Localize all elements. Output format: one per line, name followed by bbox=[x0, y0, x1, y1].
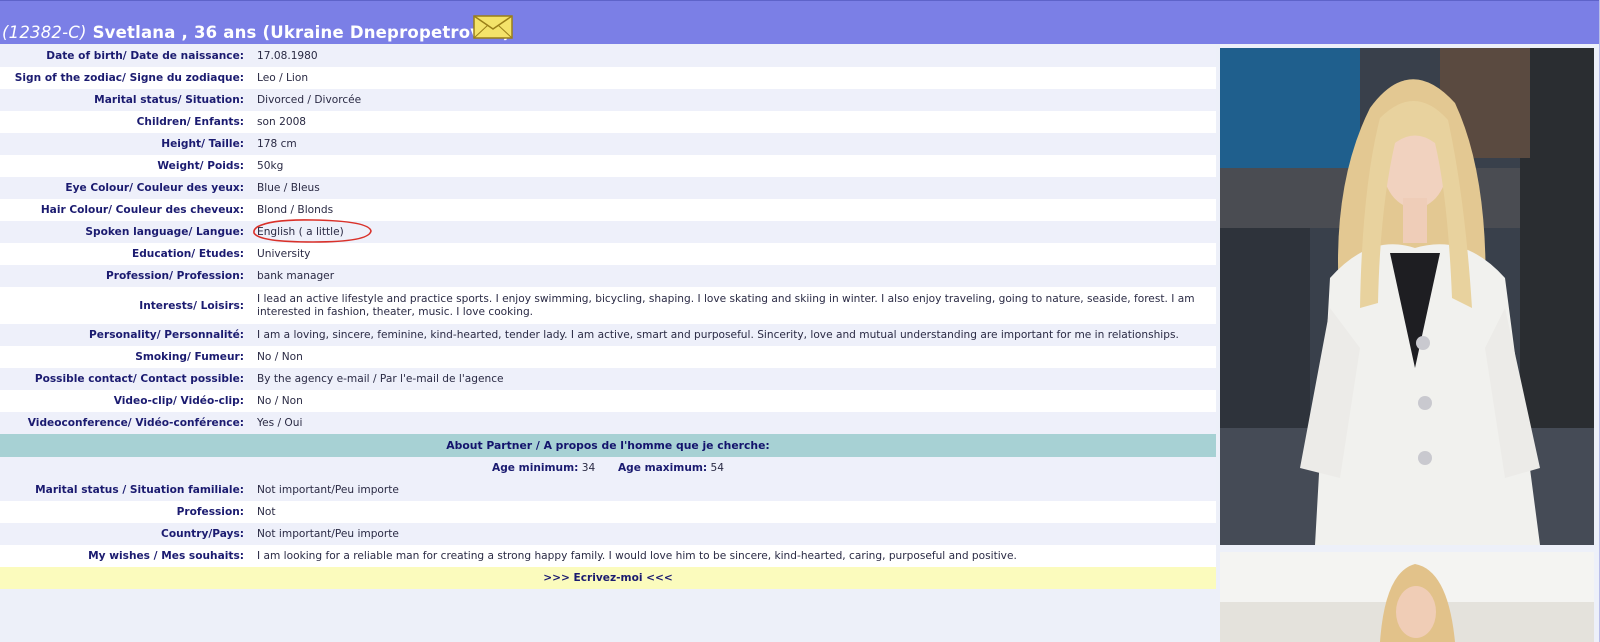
profile-label: Date of birth/ Date de naissance: bbox=[46, 50, 244, 62]
partner-section-title: About Partner / A propos de l'homme que … bbox=[0, 434, 1216, 457]
profile-rows: Date of birth/ Date de naissance: 17.08.1… bbox=[0, 45, 1216, 434]
profile-row: Height/ Taille: 178 cm bbox=[0, 133, 1216, 155]
profile-value: Blond / Blonds bbox=[257, 203, 334, 216]
age-min-value: 34 bbox=[581, 462, 596, 474]
profile-title: (12382-C) Svetlana , 36 ans (Ukraine Dne… bbox=[2, 23, 510, 42]
profile-value: Leo / Lion bbox=[257, 71, 309, 84]
profile-label: Profession/ Profession: bbox=[105, 270, 244, 282]
partner-rows: Marital status / Situation familiale: Not… bbox=[0, 479, 1216, 567]
profile-value: Yes / Oui bbox=[257, 416, 303, 429]
profile-label: Height/ Taille: bbox=[161, 138, 244, 150]
partner-row: Profession: Not bbox=[0, 501, 1216, 523]
partner-row: Marital status / Situation familiale: Not… bbox=[0, 479, 1216, 501]
profile-label: Hair Colour/ Couleur des cheveux: bbox=[40, 204, 244, 216]
profile-row: Education/ Etudes: University bbox=[0, 243, 1216, 265]
profile-value: Blue / Bleus bbox=[257, 181, 320, 194]
profile-value: No / Non bbox=[257, 350, 303, 363]
profile-value: 50kg bbox=[257, 159, 284, 172]
profile-row: Marital status/ Situation: Divorced / Div… bbox=[0, 89, 1216, 111]
partner-label: Marital status / Situation familiale: bbox=[35, 484, 244, 496]
profile-value-text: English ( a little) bbox=[257, 225, 344, 238]
profile-label: Marital status/ Situation: bbox=[94, 94, 244, 106]
profile-label: Interests/ Loisirs: bbox=[139, 299, 244, 312]
profile-row: Hair Colour/ Couleur des cheveux: Blond /… bbox=[0, 199, 1216, 221]
profile-value: No / Non bbox=[257, 394, 303, 407]
profile-value: 17.08.1980 bbox=[257, 49, 318, 62]
envelope-icon[interactable] bbox=[473, 15, 513, 39]
write-me-link[interactable]: >>> Ecrivez-moi <<< bbox=[0, 567, 1216, 589]
profile-value: Divorced / Divorcée bbox=[257, 93, 362, 106]
profile-row: Children/ Enfants: son 2008 bbox=[0, 111, 1216, 133]
profile-value: bank manager bbox=[257, 269, 335, 282]
age-min-label: Age minimum: bbox=[492, 462, 579, 474]
profile-label: Spoken language/ Langue: bbox=[85, 226, 244, 238]
profile-value: I am a loving, sincere, feminine, kind-h… bbox=[257, 328, 1179, 341]
profile-row: Spoken language/ Langue: English ( a litt… bbox=[0, 218, 1216, 243]
profile-page: (12382-C) Svetlana , 36 ans (Ukraine Dne… bbox=[0, 0, 1600, 642]
profile-row: Interests/ Loisirs: I lead an active life… bbox=[0, 287, 1216, 324]
profile-label: Possible contact/ Contact possible: bbox=[34, 373, 244, 385]
profile-value: English ( a little) bbox=[248, 218, 1216, 243]
profile-value: I lead an active lifestyle and practice … bbox=[257, 292, 1195, 318]
profile-row: Video-clip/ Vidéo-clip: No / Non bbox=[0, 390, 1216, 412]
partner-value: Not important/Peu importe bbox=[257, 483, 399, 496]
profile-value: By the agency e-mail / Par l'e-mail de l… bbox=[257, 372, 504, 385]
profile-photo-secondary[interactable] bbox=[1220, 552, 1594, 642]
profile-row: Date of birth/ Date de naissance: 17.08.1… bbox=[0, 45, 1216, 67]
profile-id: (12382-C) bbox=[2, 23, 87, 42]
profile-label: Personality/ Personnalité: bbox=[89, 329, 244, 341]
profile-label: Eye Colour/ Couleur des yeux: bbox=[65, 182, 244, 194]
profile-value: University bbox=[257, 247, 311, 260]
profile-label: Videoconference/ Vidéo-conférence: bbox=[27, 417, 244, 429]
partner-age-range: Age minimum: 34 Age maximum: 54 bbox=[0, 457, 1216, 479]
language-highlight: English ( a little) bbox=[253, 218, 372, 243]
profile-name-age: Svetlana , 36 ans bbox=[92, 23, 257, 42]
partner-row: My wishes / Mes souhaits: I am looking fo… bbox=[0, 545, 1216, 567]
partner-row: Country/Pays: Not important/Peu importe bbox=[0, 523, 1216, 545]
age-max-label: Age maximum: bbox=[617, 462, 708, 474]
profile-photo-main[interactable] bbox=[1220, 48, 1594, 545]
profile-value: 178 cm bbox=[257, 137, 297, 150]
profile-label: Weight/ Poids: bbox=[157, 160, 244, 172]
profile-label: Smoking/ Fumeur: bbox=[135, 351, 244, 363]
partner-label: Profession: bbox=[176, 506, 244, 518]
profile-label: Children/ Enfants: bbox=[136, 116, 244, 128]
profile-label: Sign of the zodiac/ Signe du zodiaque: bbox=[14, 72, 244, 84]
profile-row: Smoking/ Fumeur: No / Non bbox=[0, 346, 1216, 368]
profile-details: Date of birth/ Date de naissance: 17.08.1… bbox=[0, 45, 1216, 589]
partner-value: Not bbox=[257, 505, 276, 518]
profile-label: Education/ Etudes: bbox=[131, 248, 244, 260]
partner-value: I am looking for a reliable man for crea… bbox=[257, 549, 1017, 562]
partner-label: My wishes / Mes souhaits: bbox=[88, 550, 244, 562]
age-max-value: 54 bbox=[710, 462, 724, 474]
profile-row: Personality/ Personnalité: I am a loving,… bbox=[0, 324, 1216, 346]
profile-row: Weight/ Poids: 50kg bbox=[0, 155, 1216, 177]
profile-label: Video-clip/ Vidéo-clip: bbox=[113, 395, 244, 407]
profile-row: Profession/ Profession: bank manager bbox=[0, 265, 1216, 287]
profile-value: son 2008 bbox=[257, 115, 307, 128]
profile-row: Sign of the zodiac/ Signe du zodiaque: Le… bbox=[0, 67, 1216, 89]
profile-row: Eye Colour/ Couleur des yeux: Blue / Bleu… bbox=[0, 177, 1216, 199]
profile-row: Videoconference/ Vidéo-conférence: Yes / … bbox=[0, 412, 1216, 434]
profile-header: (12382-C) Svetlana , 36 ans (Ukraine Dne… bbox=[0, 0, 1599, 44]
partner-label: Country/Pays: bbox=[161, 528, 244, 540]
partner-value: Not important/Peu importe bbox=[257, 527, 399, 540]
profile-row: Possible contact/ Contact possible: By th… bbox=[0, 368, 1216, 390]
